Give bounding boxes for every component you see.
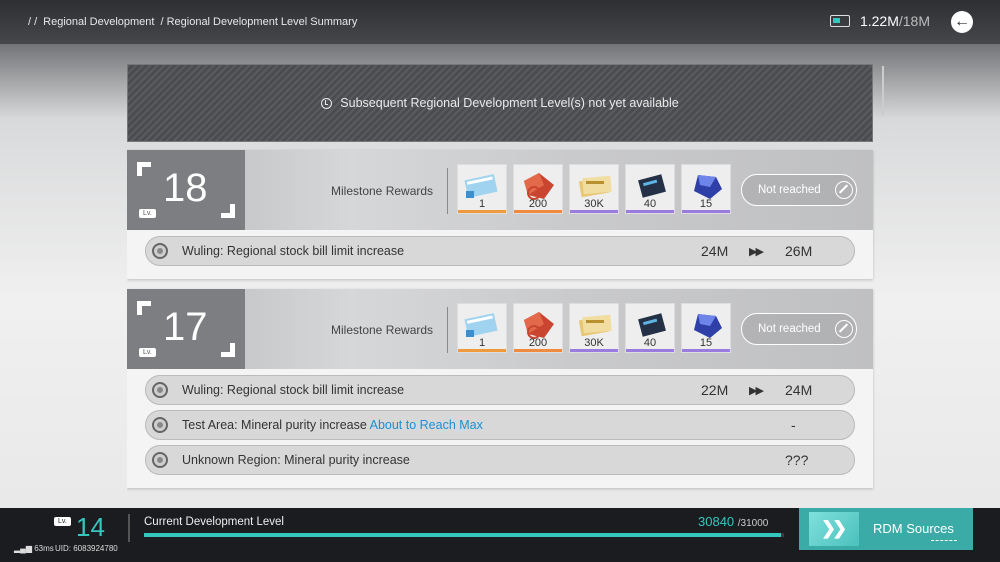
stock-bill-amount: 1.22M/18M	[860, 13, 930, 29]
bottom-bar: Lv. 14 ▂▄▆ 63ms UID: 6083924780 Current …	[0, 508, 1000, 562]
bullet-icon	[152, 243, 168, 259]
effect-to: 24M	[785, 382, 813, 398]
ticket-icon	[464, 313, 498, 337]
notes-icon	[578, 314, 612, 337]
gem-icon	[694, 175, 722, 199]
effect-from: 22M	[701, 382, 729, 398]
reward-item-gem[interactable]: 15	[681, 303, 731, 353]
reward-item-gem[interactable]: 15	[681, 164, 731, 214]
effect-list: Wuling: Regional stock bill limit increa…	[127, 230, 873, 279]
ban-icon	[834, 320, 853, 338]
effect-text: Unknown Region: Mineral purity increase	[182, 453, 410, 467]
development-progress-text: 30840 /31000	[698, 514, 769, 529]
notes-icon	[578, 175, 612, 198]
double-arrow-icon: ▶▶	[749, 384, 764, 397]
effect-text: Test Area: Mineral purity increase About…	[182, 418, 483, 432]
rdm-sources-label: RDM Sources	[873, 521, 954, 536]
back-arrow-icon: ←	[954, 13, 970, 30]
reward-list: 1 200 30K 40 15	[457, 303, 731, 353]
effect-from: 24M	[701, 243, 729, 259]
bullet-icon	[152, 382, 168, 398]
reward-item-crystal[interactable]: 200	[513, 303, 563, 353]
level-tag: Lv.	[139, 209, 156, 218]
gem-icon	[694, 314, 722, 338]
ping-indicator: ▂▄▆ 63ms	[14, 544, 54, 553]
device-icon	[638, 313, 666, 337]
stock-bill-icon	[829, 15, 850, 27]
scrollbar[interactable]	[882, 66, 884, 116]
ticket-icon	[464, 174, 498, 198]
level-tag: Lv.	[139, 348, 156, 357]
reward-item-crystal[interactable]: 200	[513, 164, 563, 214]
effect-row: Test Area: Mineral purity increase About…	[145, 410, 855, 440]
status-not-reached-button[interactable]: Not reached	[741, 174, 857, 206]
breadcrumb-separator: / /	[28, 16, 38, 28]
reward-item-notes[interactable]: 30K	[569, 164, 619, 214]
stock-bill-display: 1.22M/18M	[829, 13, 930, 29]
crystal-icon	[524, 312, 554, 339]
top-bar: / / Regional Development / Regional Deve…	[0, 0, 1000, 44]
breadcrumb-item-regional-development[interactable]: Regional Development	[43, 16, 154, 28]
unavailable-notice-text: Subsequent Regional Development Level(s)…	[340, 96, 679, 110]
effect-text: Wuling: Regional stock bill limit increa…	[182, 383, 405, 397]
level-header: 17 Lv. Milestone Rewards 1 200 30K 40 15…	[127, 289, 873, 369]
effect-row: Wuling: Regional stock bill limit increa…	[145, 236, 855, 266]
effect-row: Unknown Region: Mineral purity increase …	[145, 445, 855, 475]
milestone-rewards-label: Milestone Rewards	[331, 323, 434, 337]
about-to-reach-max-tag: About to Reach Max	[369, 418, 483, 432]
status-not-reached-button[interactable]: Not reached	[741, 313, 857, 345]
level-card-18: 18 Lv. Milestone Rewards 1 200 30K 40 15…	[127, 150, 873, 279]
reward-item-ticket[interactable]: 1	[457, 303, 507, 353]
stock-current: 1.22M	[859, 13, 899, 29]
current-development-level-label: Current Development Level	[144, 516, 284, 528]
level-list[interactable]: Subsequent Regional Development Level(s)…	[127, 64, 875, 510]
effect-value: ???	[785, 452, 809, 468]
crystal-icon	[524, 173, 554, 200]
current-level-number: 14	[76, 512, 105, 542]
clock-icon	[321, 97, 333, 109]
level-header: 18 Lv. Milestone Rewards 1 200 30K 40 15…	[127, 150, 873, 230]
uid-label: UID: 6083924780	[55, 544, 118, 553]
fast-forward-icon: ❯❯	[809, 512, 859, 546]
reward-item-notes[interactable]: 30K	[569, 303, 619, 353]
development-progress-fill	[144, 533, 781, 537]
level-badge: 18 Lv.	[127, 150, 245, 230]
reward-item-device[interactable]: 40	[625, 303, 675, 353]
bullet-icon	[152, 417, 168, 433]
effect-text: Wuling: Regional stock bill limit increa…	[182, 244, 405, 258]
reward-item-ticket[interactable]: 1	[457, 164, 507, 214]
status-label: Not reached	[758, 323, 821, 335]
reward-item-device[interactable]: 40	[625, 164, 675, 214]
effect-value: -	[791, 417, 796, 433]
breadcrumb: / / Regional Development / Regional Deve…	[28, 16, 357, 28]
device-icon	[638, 174, 666, 198]
level-badge: 17 Lv.	[127, 289, 245, 369]
level-number: 18	[163, 166, 208, 210]
reward-list: 1 200 30K 40 15	[457, 164, 731, 214]
milestone-rewards-label: Milestone Rewards	[331, 184, 434, 198]
level-card-17: 17 Lv. Milestone Rewards 1 200 30K 40 15…	[127, 289, 873, 488]
effect-row: Wuling: Regional stock bill limit increa…	[145, 375, 855, 405]
rdm-sources-button[interactable]: ❯❯ RDM Sources	[799, 508, 973, 550]
double-arrow-icon: ▶▶	[749, 245, 764, 258]
stock-max: /18M	[898, 13, 930, 29]
breadcrumb-item-level-summary: / Regional Development Level Summary	[160, 16, 358, 28]
back-button[interactable]: ←	[951, 11, 973, 33]
level-number: 17	[163, 305, 208, 349]
ban-icon	[834, 181, 853, 199]
bullet-icon	[152, 452, 168, 468]
status-label: Not reached	[758, 184, 821, 196]
current-level-tag: Lv.	[54, 517, 71, 526]
unavailable-notice: Subsequent Regional Development Level(s)…	[127, 64, 873, 142]
effect-to: 26M	[785, 243, 813, 259]
effect-list: Wuling: Regional stock bill limit increa…	[127, 369, 873, 488]
development-progress-bar	[144, 533, 784, 537]
